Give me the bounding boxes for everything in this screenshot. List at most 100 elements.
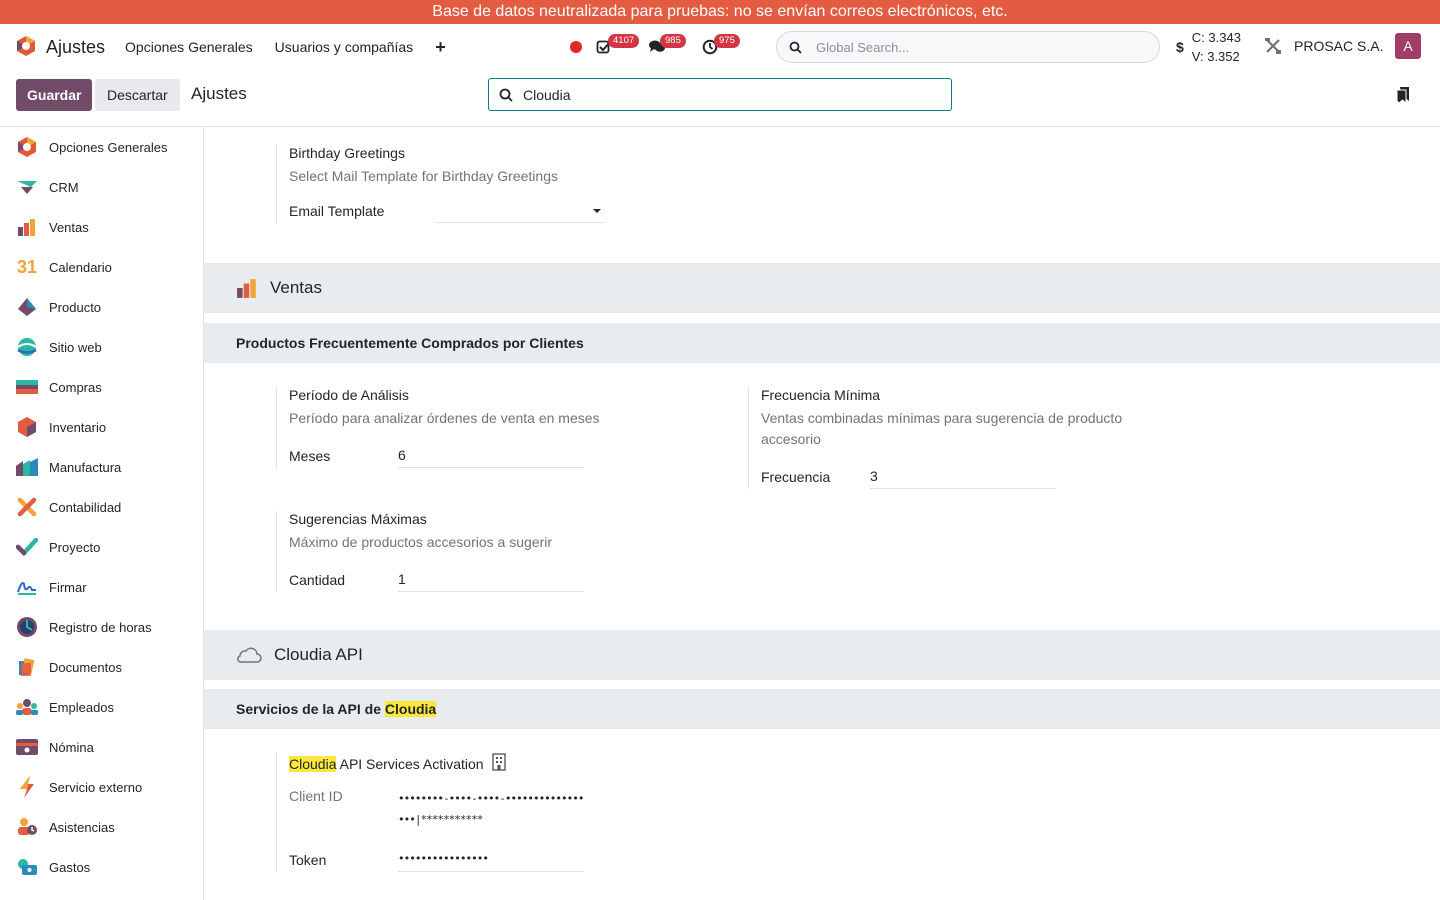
sidebar-item-compras[interactable]: Compras (0, 367, 203, 407)
sidebar-item-gastos[interactable]: Gastos (0, 847, 203, 887)
setting-title: API Services Activation (336, 755, 484, 772)
menu-opciones-generales[interactable]: Opciones Generales (125, 39, 253, 55)
attendances-app-icon (16, 816, 38, 838)
sidebar-item-label: Gastos (49, 859, 91, 875)
setting-description: Select Mail Template for Birthday Greeti… (289, 168, 558, 184)
plus-icon[interactable]: + (435, 37, 446, 58)
sidebar-item-asistencias[interactable]: Asistencias (0, 807, 203, 847)
app-section-title: Ventas (270, 278, 322, 297)
section-title: Productos Frecuentemente Comprados por C… (236, 335, 584, 351)
sidebar-item-inventario[interactable]: Inventario (0, 407, 203, 447)
purchase-app-icon (16, 376, 38, 398)
payroll-app-icon (16, 736, 38, 758)
sales-app-icon (236, 277, 258, 299)
settings-search (488, 78, 952, 111)
app-section-ventas: Ventas (204, 263, 1440, 313)
sidebar-item-nomina[interactable]: Nómina (0, 727, 203, 767)
client-id-input[interactable]: ••••••••-••••-••••-•••••••••••••••••|***… (398, 788, 585, 830)
crm-app-icon (16, 176, 38, 198)
meses-input[interactable] (398, 445, 584, 468)
app-section-title: Cloudia API (274, 645, 363, 664)
setting-title: Período de Análisis (289, 387, 409, 403)
messaging-menu[interactable]: 985 (648, 24, 686, 70)
global-search (776, 31, 1160, 63)
sidebar-item-label: Empleados (49, 699, 115, 715)
sidebar-item-ventas[interactable]: Ventas (0, 207, 203, 247)
user-avatar[interactable]: A (1395, 33, 1421, 59)
sidebar-item-label: Nómina (49, 739, 94, 755)
employees-app-icon (16, 696, 38, 718)
setting-title: Birthday Greetings (289, 145, 405, 161)
save-button[interactable]: Guardar (16, 79, 93, 111)
section-frequent-products: Productos Frecuentemente Comprados por C… (204, 323, 1440, 363)
token-input[interactable]: •••••••••••••••• (398, 848, 584, 872)
sidebar-item-label: Compras (49, 379, 102, 395)
sales-app-icon (16, 216, 38, 238)
app-brand[interactable]: Ajustes (16, 35, 105, 60)
sidebar-item-registro-de-horas[interactable]: Registro de horas (0, 607, 203, 647)
email-template-label: Email Template (289, 203, 385, 219)
setting-birthday-greetings: Birthday Greetings Select Mail Template … (276, 145, 605, 223)
setting-cloudia-activation: Cloudia API Services Activation Client I… (276, 753, 716, 872)
discard-button[interactable]: Descartar (95, 79, 180, 111)
section-cloudia-services: Servicios de la API de Cloudia (204, 689, 1440, 729)
record-icon[interactable] (570, 41, 582, 53)
sidebar-item-empleados[interactable]: Empleados (0, 687, 203, 727)
email-template-select[interactable] (435, 199, 605, 223)
sidebar-item-servicio-externo[interactable]: Servicio externo (0, 767, 203, 807)
settings-sidebar: Opciones Generales CRM Ventas 31 Calenda… (0, 127, 204, 900)
caret-down-icon (593, 209, 601, 213)
search-icon (499, 88, 513, 102)
sidebar-item-calendario[interactable]: 31 Calendario (0, 247, 203, 287)
messages-badge: 985 (660, 34, 686, 48)
settings-content: Birthday Greetings Select Mail Template … (204, 127, 1440, 900)
sidebar-item-contabilidad[interactable]: Contabilidad (0, 487, 203, 527)
sidebar-item-proyecto[interactable]: Proyecto (0, 527, 203, 567)
field-service-app-icon (16, 776, 38, 798)
sidebar-item-crm[interactable]: CRM (0, 167, 203, 207)
cantidad-input[interactable] (398, 569, 584, 592)
bookmark-icon[interactable] (1396, 86, 1410, 107)
sidebar-item-manufactura[interactable]: Manufactura (0, 447, 203, 487)
systray: 4107 985 975 (570, 24, 754, 70)
activity-checklist[interactable]: 4107 (596, 24, 640, 70)
app-title: Ajustes (46, 36, 106, 57)
sidebar-item-label: Contabilidad (49, 499, 122, 515)
settings-search-input[interactable] (523, 86, 923, 103)
sidebar-item-label: Asistencias (49, 819, 115, 835)
sidebar-item-firmar[interactable]: Firmar (0, 567, 203, 607)
documents-app-icon (16, 656, 38, 678)
rate-venta: V: 3.352 (1191, 49, 1240, 64)
setting-frecuencia-minima: Frecuencia Mínima Ventas combinadas míni… (748, 387, 1188, 489)
sidebar-item-label: Sitio web (49, 339, 102, 355)
control-panel: Guardar Descartar Ajustes (0, 70, 1440, 127)
tools-icon[interactable] (1264, 37, 1282, 58)
cloud-icon (236, 646, 262, 664)
search-icon (789, 41, 802, 54)
company-building-icon (491, 753, 506, 774)
search-highlight: Cloudia (289, 755, 337, 772)
sidebar-item-producto[interactable]: Producto (0, 287, 203, 327)
sidebar-item-sitio-web[interactable]: Sitio web (0, 327, 203, 367)
sidebar-item-label: Documentos (49, 659, 122, 675)
menu-usuarios-companias[interactable]: Usuarios y compañías (275, 39, 414, 55)
setting-title: Sugerencias Máximas (289, 511, 427, 527)
section-title-prefix: Servicios de la API de (236, 701, 385, 717)
sidebar-item-opciones-generales[interactable]: Opciones Generales (0, 127, 203, 167)
expenses-app-icon (16, 856, 38, 878)
global-search-input[interactable] (816, 39, 1136, 55)
currency-symbol: $ (1176, 39, 1184, 55)
search-highlight: Cloudia (384, 701, 437, 717)
frecuencia-label: Frecuencia (761, 469, 831, 485)
company-switcher[interactable]: PROSAC S.A. (1294, 38, 1383, 54)
product-app-icon (16, 296, 38, 318)
cantidad-label: Cantidad (289, 572, 346, 588)
sidebar-item-documentos[interactable]: Documentos (0, 647, 203, 687)
breadcrumb: Ajustes (191, 84, 247, 103)
timesheet-app-icon (16, 616, 38, 638)
frecuencia-input[interactable] (870, 466, 1056, 489)
sidebar-item-label: Inventario (49, 419, 107, 435)
manufacturing-app-icon (16, 456, 38, 478)
timer-menu[interactable]: 975 (702, 24, 740, 70)
client-id-label: Client ID (289, 788, 343, 804)
